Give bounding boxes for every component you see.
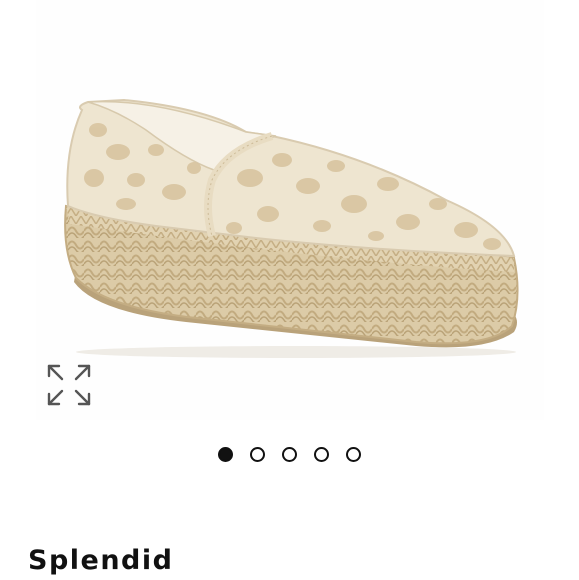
expand-arrows-icon: [47, 364, 91, 406]
expand-image-button[interactable]: [42, 360, 96, 410]
espadrille-shoe-image: [64, 98, 519, 358]
carousel-dot-5[interactable]: [346, 447, 361, 462]
product-image[interactable]: [36, 0, 544, 420]
product-page: Splendid: [0, 0, 579, 580]
carousel-dot-1[interactable]: [218, 447, 233, 462]
carousel-pagination: [0, 444, 579, 468]
carousel-dot-3[interactable]: [282, 447, 297, 462]
carousel-dot-4[interactable]: [314, 447, 329, 462]
carousel-dot-2[interactable]: [250, 447, 265, 462]
brand-name[interactable]: Splendid: [28, 542, 173, 580]
